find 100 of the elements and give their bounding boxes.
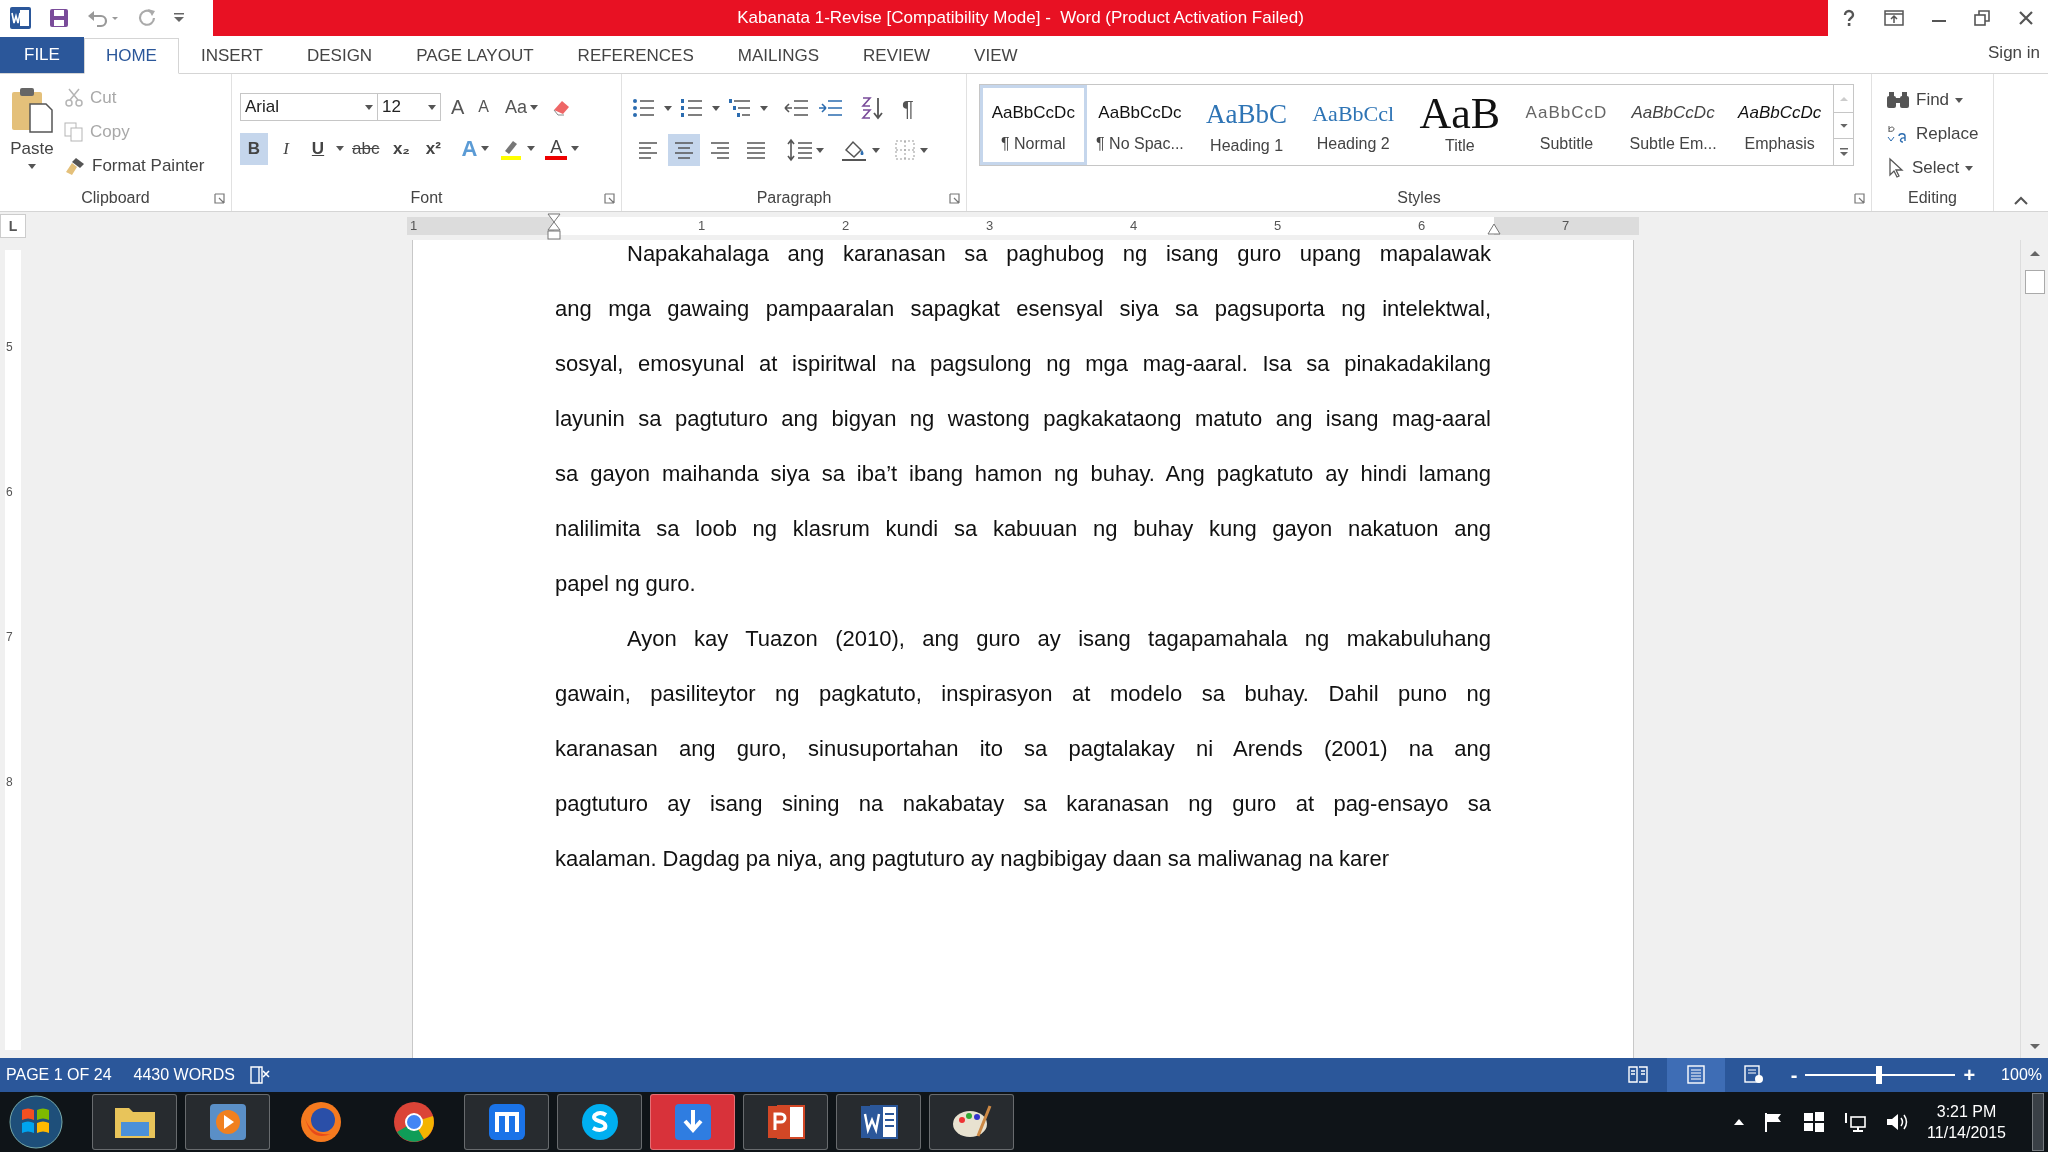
decrease-indent-icon[interactable] xyxy=(784,97,810,119)
caret-icon[interactable] xyxy=(816,147,824,153)
show-hidden-icons-icon[interactable] xyxy=(1733,1118,1746,1126)
dialog-launcher-icon[interactable] xyxy=(949,193,960,204)
line-spacing-icon[interactable] xyxy=(786,138,812,162)
zoom-in-button[interactable]: + xyxy=(1963,1060,1976,1090)
format-button[interactable]: x² xyxy=(419,132,448,165)
toolbar-button[interactable]: Replace xyxy=(1886,120,1979,148)
style-item[interactable]: AaBbCcl Heading 2 xyxy=(1299,85,1407,165)
close-icon[interactable] xyxy=(2018,10,2034,26)
ribbon-tab[interactable]: MAILINGS xyxy=(715,38,842,74)
caret-icon[interactable] xyxy=(428,104,436,110)
clock-time[interactable]: 3:21 PM xyxy=(1936,1101,1997,1122)
ribbon-tab[interactable]: REVIEW xyxy=(841,38,953,74)
caret-icon[interactable] xyxy=(530,104,539,110)
word-logo-icon[interactable] xyxy=(8,6,32,30)
right-indent-marker-icon[interactable] xyxy=(1487,223,1501,235)
paste-button[interactable]: Paste xyxy=(0,74,64,185)
ribbon-display-icon[interactable] xyxy=(1884,10,1904,26)
restore-icon[interactable] xyxy=(1974,10,1990,26)
format-button[interactable]: abc xyxy=(348,132,384,165)
format-button[interactable]: U xyxy=(304,132,332,165)
dialog-launcher-icon[interactable] xyxy=(1854,193,1865,204)
word-count[interactable]: 4430 WORDS xyxy=(133,1063,235,1087)
shrink-font-button[interactable]: A xyxy=(474,95,493,119)
caret-icon[interactable] xyxy=(336,146,344,151)
style-item[interactable]: AaB Title xyxy=(1406,85,1514,165)
font-color-button[interactable]: A xyxy=(545,137,568,160)
scroll-down-icon[interactable] xyxy=(1834,112,1854,139)
caret-icon[interactable] xyxy=(1955,97,1964,103)
windows-logo-icon[interactable] xyxy=(1803,1111,1826,1133)
caret-icon[interactable] xyxy=(571,146,580,151)
taskbar-button[interactable] xyxy=(929,1094,1014,1150)
show-marks-button[interactable]: ¶ xyxy=(902,91,914,125)
network-icon[interactable] xyxy=(1843,1111,1868,1133)
caret-icon[interactable] xyxy=(712,105,720,111)
ribbon-tab[interactable]: HOME xyxy=(83,38,179,74)
print-layout-button[interactable] xyxy=(1666,1058,1725,1092)
zoom-slider[interactable] xyxy=(1805,1066,1956,1084)
zoom-slider-thumb[interactable] xyxy=(1875,1066,1882,1084)
caret-icon[interactable] xyxy=(481,146,490,151)
style-item[interactable]: AaBbCcDc Emphasis xyxy=(1726,85,1833,165)
ribbon-tab[interactable]: PAGE LAYOUT xyxy=(394,38,556,74)
format-button[interactable]: B xyxy=(240,132,268,165)
taskbar-button[interactable] xyxy=(557,1094,642,1150)
caret-icon[interactable] xyxy=(527,146,536,151)
sign-in-link[interactable]: Sign in xyxy=(1988,39,2048,73)
clock-date[interactable]: 11/14/2015 xyxy=(1927,1122,2006,1143)
caret-icon[interactable] xyxy=(1965,165,1974,171)
dialog-launcher-icon[interactable] xyxy=(604,193,615,204)
shading-icon[interactable] xyxy=(840,138,868,162)
zoom-out-button[interactable]: - xyxy=(1790,1060,1798,1090)
toolbar-button[interactable]: Select xyxy=(1886,154,1979,182)
ribbon-tab[interactable]: VIEW xyxy=(952,38,1040,74)
customize-icon[interactable] xyxy=(174,12,184,24)
change-case-button[interactable]: Aa xyxy=(499,93,545,121)
scroll-thumb[interactable] xyxy=(2024,270,2045,294)
sort-icon[interactable] xyxy=(860,96,884,120)
toolbar-button[interactable]: Format Painter xyxy=(64,152,205,180)
caret-icon[interactable] xyxy=(365,104,373,110)
caret-icon[interactable] xyxy=(872,147,880,153)
font-size-field[interactable]: 12 xyxy=(377,93,441,121)
taskbar-button[interactable] xyxy=(92,1094,177,1150)
page-count[interactable]: PAGE 1 OF 24 xyxy=(6,1063,112,1087)
caret-icon[interactable] xyxy=(28,163,36,169)
style-item[interactable]: AaBbCcDc Subtle Em... xyxy=(1619,85,1727,165)
style-item[interactable]: AaBbCcD Subtitle xyxy=(1513,85,1620,165)
volume-icon[interactable] xyxy=(1885,1111,1910,1133)
show-desktop-button[interactable] xyxy=(2032,1093,2044,1151)
bullets-icon[interactable] xyxy=(632,97,656,119)
grow-font-button[interactable]: A xyxy=(447,92,469,122)
ribbon-tab[interactable]: DESIGN xyxy=(284,38,395,74)
indent-marker-icon[interactable] xyxy=(547,213,561,241)
toolbar-button[interactable]: Find xyxy=(1886,86,1979,114)
ribbon-tab[interactable]: REFERENCES xyxy=(555,38,716,74)
style-item[interactable]: AaBbCcDc ¶ Normal xyxy=(980,85,1087,165)
dialog-launcher-icon[interactable] xyxy=(214,193,225,204)
caret-icon[interactable] xyxy=(920,147,928,153)
caret-icon[interactable] xyxy=(664,105,672,111)
increase-indent-icon[interactable] xyxy=(818,97,844,119)
taskbar-button[interactable] xyxy=(836,1094,921,1150)
multilevel-list-icon[interactable] xyxy=(728,97,752,119)
style-item[interactable]: AaBbC Heading 1 xyxy=(1193,85,1300,165)
zoom-level[interactable]: 100% xyxy=(2001,1063,2042,1087)
numbering-icon[interactable] xyxy=(680,97,704,119)
format-button[interactable]: I xyxy=(272,132,300,165)
taskbar-button[interactable] xyxy=(743,1094,828,1150)
format-button[interactable]: x₂ xyxy=(387,132,416,165)
collapse-ribbon-icon[interactable] xyxy=(2014,196,2028,205)
help-icon[interactable] xyxy=(1842,9,1856,27)
ribbon-tab[interactable]: FILE xyxy=(0,37,84,73)
proofing-book-icon[interactable] xyxy=(248,1065,271,1085)
caret-icon[interactable] xyxy=(760,105,768,111)
taskbar-button[interactable] xyxy=(464,1094,549,1150)
save-icon[interactable] xyxy=(48,7,70,29)
font-name-field[interactable]: Arial xyxy=(240,93,378,121)
ribbon-tab[interactable]: INSERT xyxy=(178,38,285,74)
align-center-button[interactable] xyxy=(668,134,700,166)
tab-selector-button[interactable]: L xyxy=(0,214,26,238)
vertical-scrollbar[interactable] xyxy=(2020,240,2048,1058)
